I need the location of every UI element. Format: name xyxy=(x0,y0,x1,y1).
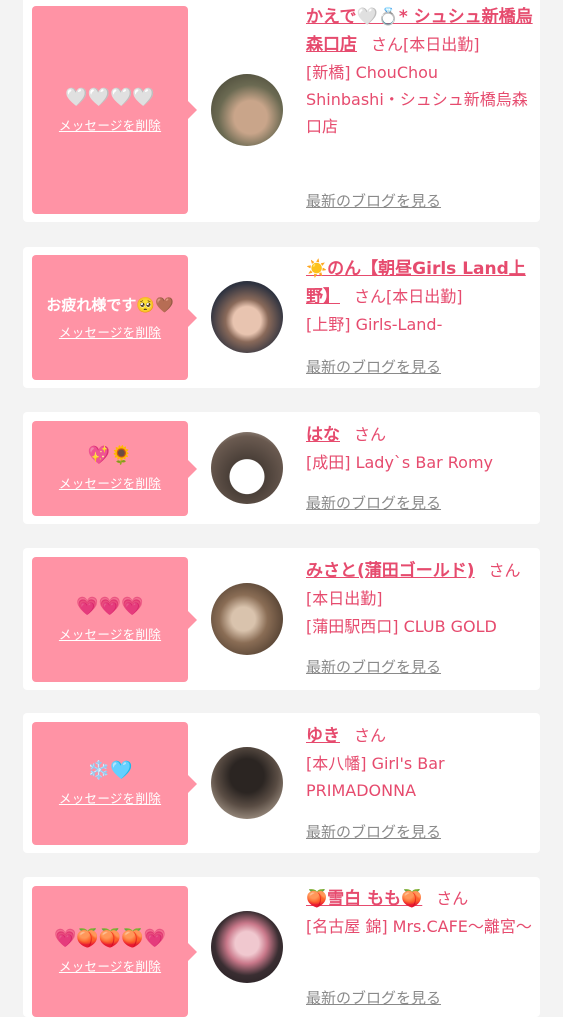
honorific: さん xyxy=(436,889,469,908)
honorific: さん xyxy=(488,561,521,580)
message-card: ❄️🩵 メッセージを削除 ゆき さん [本八幡] Girl's Bar PRIMA… xyxy=(23,713,540,853)
message-bubble: 💖🌻 メッセージを削除 xyxy=(32,421,197,516)
honorific: さん xyxy=(354,425,387,444)
message-card: 💖🌻 メッセージを削除 はな さん [成田] Lady`s Bar Romy 最新… xyxy=(23,412,540,524)
cast-name-link[interactable]: ゆき xyxy=(306,726,340,746)
avatar[interactable] xyxy=(211,74,283,146)
shop-name: [上野] Girls-Land- xyxy=(306,315,443,334)
delete-message-link[interactable]: メッセージを削除 xyxy=(59,322,161,341)
shop-name: [本八幡] Girl's Bar PRIMADONNA xyxy=(306,754,445,800)
status-label: [本日出勤] xyxy=(306,589,383,608)
delete-message-link[interactable]: メッセージを削除 xyxy=(59,956,161,975)
message-text: ❄️🩵 xyxy=(87,760,133,781)
message-bubble: 💗🍑🍑🍑💗 メッセージを削除 xyxy=(32,886,197,1017)
status-label: [本日出勤] xyxy=(403,35,480,54)
message-text: 💗💗💗 xyxy=(76,596,144,617)
delete-message-link[interactable]: メッセージを削除 xyxy=(59,624,161,643)
latest-blog-link[interactable]: 最新のブログを見る xyxy=(306,190,441,211)
honorific: さん xyxy=(371,35,404,54)
message-card: 💗🍑🍑🍑💗 メッセージを削除 🍑雪白 もも🍑 さん [名古屋 錦] Mrs.CAF… xyxy=(23,877,540,1017)
avatar[interactable] xyxy=(211,747,283,819)
message-text: 💖🌻 xyxy=(87,445,133,466)
shop-name: [成田] Lady`s Bar Romy xyxy=(306,453,494,472)
cast-name-link[interactable]: みさと(蒲田ゴールド) xyxy=(306,561,475,581)
shop-name: [名古屋 錦] Mrs.CAFE〜離宮〜 xyxy=(306,917,532,936)
shop-name: [蒲田駅西口] CLUB GOLD xyxy=(306,617,497,636)
latest-blog-link[interactable]: 最新のブログを見る xyxy=(306,987,441,1008)
avatar[interactable] xyxy=(211,911,283,983)
delete-message-link[interactable]: メッセージを削除 xyxy=(59,473,161,492)
cast-name-link[interactable]: 🍑雪白 もも🍑 xyxy=(306,889,422,909)
message-text: 💗🍑🍑🍑💗 xyxy=(53,928,167,949)
message-text: 🤍🤍🤍🤍 xyxy=(65,86,155,108)
latest-blog-link[interactable]: 最新のブログを見る xyxy=(306,492,441,513)
latest-blog-link[interactable]: 最新のブログを見る xyxy=(306,821,441,842)
message-card: お疲れ様です🥺🤎 メッセージを削除 ☀️のん【朝昼Girls Land上野】 さん… xyxy=(23,247,540,388)
latest-blog-link[interactable]: 最新のブログを見る xyxy=(306,656,441,677)
honorific: さん xyxy=(354,287,387,306)
honorific: さん xyxy=(354,726,387,745)
avatar[interactable] xyxy=(211,583,283,655)
latest-blog-link[interactable]: 最新のブログを見る xyxy=(306,356,441,377)
message-text: お疲れ様です🥺🤎 xyxy=(46,296,174,314)
delete-message-link[interactable]: メッセージを削除 xyxy=(59,115,161,134)
status-label: [本日出勤] xyxy=(386,287,463,306)
avatar[interactable] xyxy=(211,432,283,504)
message-card: 🤍🤍🤍🤍 メッセージを削除 かえで🤍💍* シュシュ新橋烏森口店 さん[本日出勤] … xyxy=(23,0,540,222)
message-bubble: ❄️🩵 メッセージを削除 xyxy=(32,722,197,845)
message-bubble: 🤍🤍🤍🤍 メッセージを削除 xyxy=(32,6,197,214)
avatar[interactable] xyxy=(211,281,283,353)
message-bubble: 💗💗💗 メッセージを削除 xyxy=(32,557,197,682)
message-bubble: お疲れ様です🥺🤎 メッセージを削除 xyxy=(32,255,197,380)
cast-name-link[interactable]: はな xyxy=(306,425,340,445)
shop-name: [新橋] ChouChou Shinbashi・シュシュ新橋烏森口店 xyxy=(306,63,528,136)
delete-message-link[interactable]: メッセージを削除 xyxy=(59,788,161,807)
message-card: 💗💗💗 メッセージを削除 みさと(蒲田ゴールド) さん [本日出勤] [蒲田駅西口]… xyxy=(23,548,540,690)
